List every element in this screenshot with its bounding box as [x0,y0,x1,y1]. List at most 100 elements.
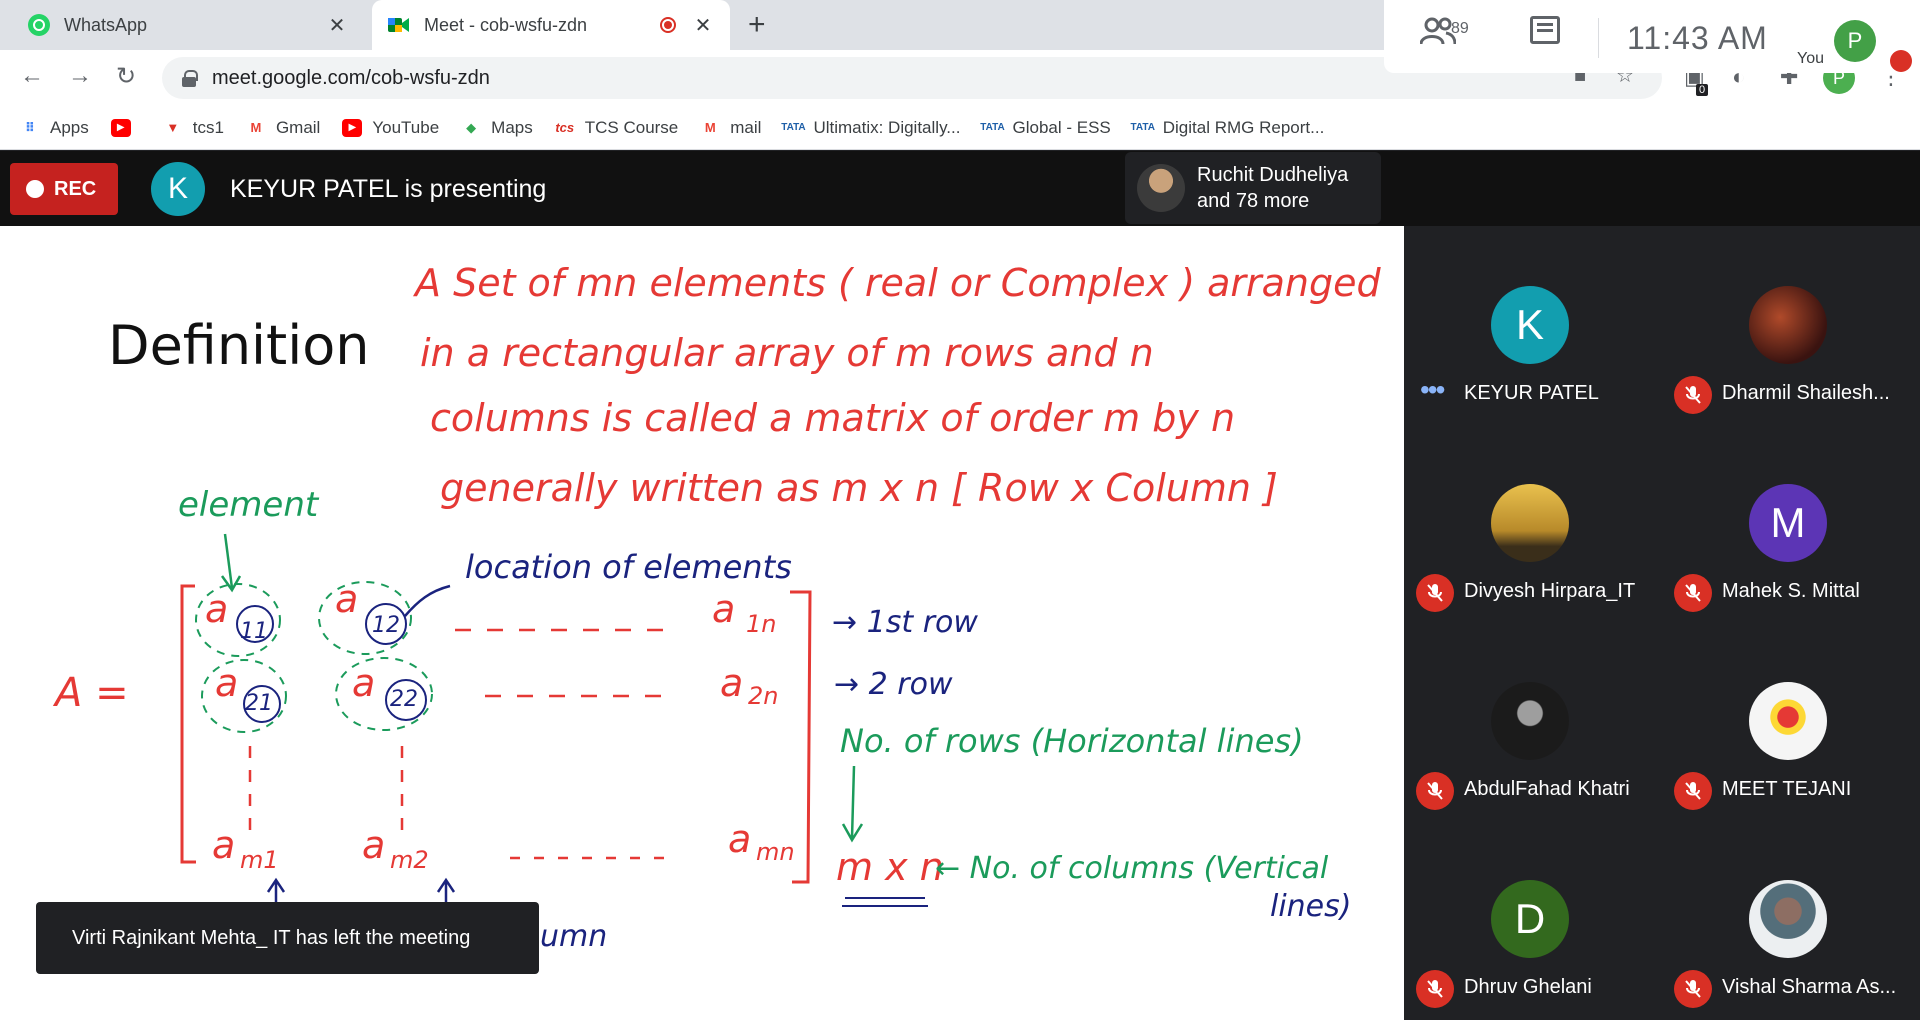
gmail-icon: M [250,120,262,135]
rows-note: No. of rows (Horizontal lines) [840,722,1304,760]
others-more: and 78 more [1197,190,1310,212]
presenter-avatar: K [151,162,205,216]
participant-name: KEYUR PATEL [1464,382,1599,404]
participant-tile[interactable]: Dharmil Shailesh... [1662,226,1920,424]
subscript-m2: m2 [390,846,429,874]
left-meeting-toast: Virti Rajnikant Mehta_ IT has left the m… [36,902,539,974]
bookmark-digital-rmg[interactable]: TATA Digital RMG Report... [1130,117,1325,138]
maps-icon: ◆ [466,119,477,135]
row-2-note: → 2 row [834,667,953,702]
whatsapp-icon [28,14,50,36]
columns-note-2: lines) [1270,889,1351,924]
participant-tile[interactable]: M Mahek S. Mittal [1662,424,1920,622]
participant-tile[interactable]: Divyesh Hirpara_IT [1404,424,1662,622]
element-a: a [728,817,751,861]
participant-tile[interactable]: AbdulFahad Khatri [1404,622,1662,820]
mic-off-icon [1674,376,1712,414]
meeting-clock: 11:43 AM [1627,20,1768,56]
bookmark-tcs1[interactable]: ▼ tcs1 [163,118,224,138]
mic-off-icon [1674,574,1712,612]
bookmark-label: tcs1 [192,117,224,137]
participants-grid: K ••• KEYUR PATEL Dharmil Shailesh... Di… [1404,226,1920,1020]
avatar [1749,682,1827,760]
speaking-indicator-icon: ••• [1420,374,1445,405]
tata-icon: TATA [1130,122,1155,133]
avatar [1491,484,1569,562]
you-label: You [1797,50,1824,67]
participant-count: 89 [1451,20,1469,37]
element-a: a [352,661,375,705]
participant-tile[interactable]: D Dhruv Ghelani [1404,820,1662,1018]
subscript-2n: 2n [748,682,778,710]
avatar [1749,286,1827,364]
bookmark-label: Digital RMG Report... [1162,117,1325,137]
self-avatar[interactable]: P [1834,20,1876,62]
bookmark-maps[interactable]: ◆ Maps [461,118,533,138]
other-participants-chip[interactable]: Ruchit Dudheliya and 78 more [1125,152,1381,224]
recording-indicator-icon [660,17,676,33]
rec-label: REC [54,177,97,200]
reload-button[interactable]: ↻ [116,62,136,91]
participant-tile[interactable]: MEET TEJANI [1662,622,1920,820]
element-label: element [178,485,320,525]
bookmark-label: Gmail [275,117,321,137]
participant-name: Vishal Sharma As... [1722,976,1897,998]
extension-badge: 0 [1696,84,1709,96]
subscript-mn: mn [756,838,795,866]
avatar [1749,880,1827,958]
mic-off-icon [1674,772,1712,810]
bookmark-label: YouTube [372,117,440,137]
location-label: location of elements [465,548,792,586]
definition-line-3: columns is called a matrix of order m by… [430,396,1235,440]
tab-title: WhatsApp [64,14,148,35]
back-button[interactable]: ← [20,62,44,90]
tcs-icon: tcs [555,120,575,135]
bookmark-mail[interactable]: Mmail [700,118,762,138]
bookmark-label: Ultimatix: Digitally... [813,117,961,137]
lock-icon[interactable] [182,70,198,87]
close-tab-icon[interactable]: ✕ [692,13,714,38]
apps-icon: ⠿ [24,119,36,135]
tata-icon: TATA [781,122,806,133]
tab-meet[interactable]: Meet - cob-wsfu-zdn ✕ [372,0,730,50]
bookmark-youtube[interactable]: ▶ YouTube [342,118,439,138]
tab-whatsapp[interactable]: WhatsApp ✕ [12,0,364,50]
bookmark-apps[interactable]: ⠿ Apps [20,118,89,138]
avatar [1137,164,1185,212]
element-a: a [712,587,735,631]
recording-button[interactable]: REC [10,163,118,215]
divider [1598,18,1599,58]
mic-off-icon [1416,574,1454,612]
chat-icon[interactable] [1530,16,1560,44]
mic-off-icon [1416,772,1454,810]
youtube-icon: ▶ [110,118,131,137]
bookmark-tcs-course[interactable]: tcs TCS Course [555,118,678,138]
subscript-m1: m1 [240,846,279,874]
order-mxn: m x n [836,845,944,889]
definition-line-2: in a rectangular array of m rows and n [420,331,1154,375]
participant-tile[interactable]: K ••• KEYUR PATEL [1404,226,1662,424]
bookmark-gmail[interactable]: M Gmail [246,117,321,138]
tab-title: Meet - cob-wsfu-zdn [424,14,588,35]
gmail-icon: M [704,120,716,135]
columns-note: ← No. of columns (Vertical [935,851,1329,886]
matrix-name: A = [52,670,129,716]
bookmark-youtube-icon-only[interactable]: ▶ [110,118,141,137]
participant-name: AbdulFahad Khatri [1464,778,1630,800]
meet-top-bar: REC K KEYUR PATEL is presenting Ruchit D… [0,151,1920,226]
bookmark-global-ess[interactable]: TATA Global - ESS [980,118,1110,138]
bookmark-ultimatix[interactable]: TATA Ultimatix: Digitally... [781,117,961,138]
participant-name: Dhruv Ghelani [1464,976,1592,998]
participant-name: Dharmil Shailesh... [1722,382,1890,404]
mic-off-icon [1890,50,1912,72]
new-tab-button[interactable]: + [748,8,766,42]
participant-tile[interactable]: Vishal Sharma As... [1662,820,1920,1018]
close-tab-icon[interactable]: ✕ [326,13,348,38]
presentation-slide: Definition A Set of mn elements ( real o… [0,226,1404,1020]
element-a: a [362,823,385,867]
url-text: meet.google.com/cob-wsfu-zdn [212,66,490,89]
forward-button[interactable]: → [68,62,92,90]
mic-off-icon [1416,970,1454,1008]
bookmarks-bar: ⠿ Apps ▶ ▼ tcs1 M Gmail ▶ YouTube ◆ Maps tcs T… [0,106,1920,150]
youtube-icon: ▶ [342,118,363,137]
